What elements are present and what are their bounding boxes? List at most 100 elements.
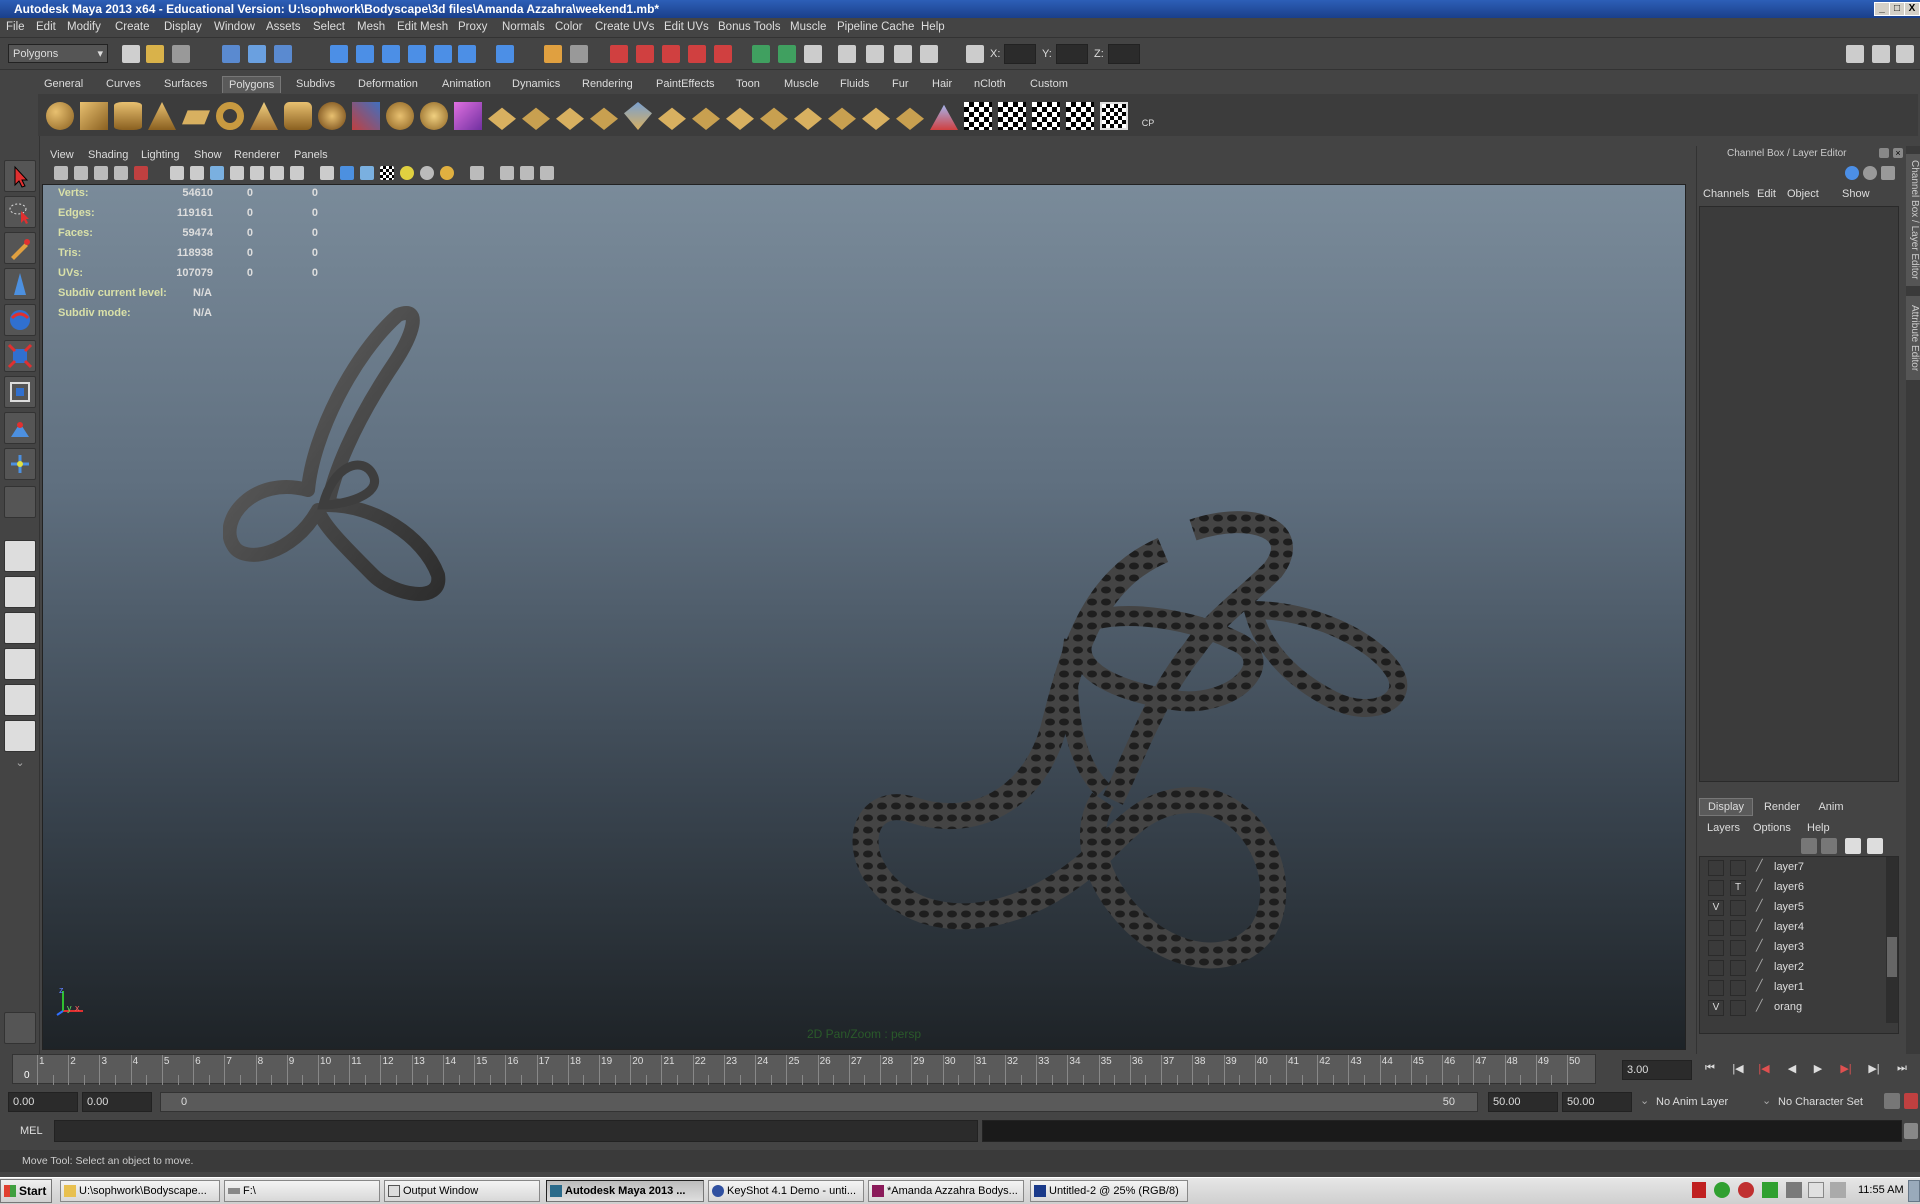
menu-select[interactable]: Select <box>313 21 345 33</box>
layer-visibility-toggle[interactable] <box>1708 940 1724 956</box>
shelf-tab-toon[interactable]: Toon <box>730 76 766 93</box>
shelf-tab-dynamics[interactable]: Dynamics <box>506 76 566 93</box>
separate-icon[interactable] <box>386 102 414 130</box>
render-frame-icon[interactable] <box>610 45 628 63</box>
go-to-start-icon[interactable]: ⏮ <box>1702 1062 1718 1076</box>
chevron-down-icon[interactable]: ⌄ <box>1762 1094 1771 1107</box>
layer-tab-display[interactable]: Display <box>1699 798 1753 816</box>
minimize-button[interactable]: _ <box>1874 2 1890 16</box>
move-tool-icon[interactable] <box>4 268 36 300</box>
layer-color-icon[interactable]: ╱ <box>1756 979 1763 992</box>
shelf-tab-fur[interactable]: Fur <box>886 76 915 93</box>
layer-visibility-toggle[interactable] <box>1708 960 1724 976</box>
volume-tray-icon[interactable] <box>1830 1182 1846 1198</box>
layer-color-icon[interactable]: ╱ <box>1756 999 1763 1012</box>
render-settings-icon[interactable] <box>662 45 680 63</box>
layer-visibility-toggle[interactable] <box>1708 860 1724 876</box>
snap-surface-icon[interactable] <box>434 45 452 63</box>
side-tab-attribute-editor[interactable]: Attribute Editor <box>1906 296 1920 380</box>
snap-curve-icon[interactable] <box>356 45 374 63</box>
shelf-tab-hair[interactable]: Hair <box>926 76 958 93</box>
camera-attributes-icon[interactable] <box>74 166 88 180</box>
last-tool-icon[interactable] <box>4 486 36 518</box>
four-view-layout-icon[interactable] <box>4 576 36 608</box>
menu-edit[interactable]: Edit <box>36 21 56 33</box>
voronoi-sculpture-mesh[interactable] <box>833 500 1453 980</box>
more-layouts-icon[interactable]: ⌄ <box>4 756 36 772</box>
layer-name[interactable]: layer6 <box>1774 881 1804 893</box>
layer-color-icon[interactable]: ╱ <box>1756 959 1763 972</box>
attribute-toggle-icon[interactable] <box>804 45 822 63</box>
time-slider-track[interactable]: 1 2 3 4 5 6 7 8 9 10 11 12 13 14 15 16 17 18 19 20 21 22 23 24 2… <box>12 1054 1596 1085</box>
panel-menu-shading[interactable]: Shading <box>88 149 128 161</box>
shelf-tab-curves[interactable]: Curves <box>100 76 147 93</box>
menu-display[interactable]: Display <box>164 21 202 33</box>
shelf-tab-ncloth[interactable]: nCloth <box>968 76 1012 93</box>
help-query-icon[interactable] <box>496 45 514 63</box>
mel-label[interactable]: MEL <box>20 1125 43 1137</box>
shelf-tab-custom[interactable]: Custom <box>1024 76 1074 93</box>
xray-components-icon[interactable] <box>540 166 554 180</box>
script-editor-icon[interactable] <box>1904 1123 1918 1139</box>
bevel-icon[interactable] <box>692 107 720 130</box>
menu-create[interactable]: Create <box>115 21 150 33</box>
menu-assets[interactable]: Assets <box>266 21 301 33</box>
combine-icon[interactable] <box>352 102 380 130</box>
snap-grid-icon[interactable] <box>330 45 348 63</box>
poly-pyramid-icon[interactable] <box>250 102 278 130</box>
quick-layout-icon[interactable] <box>4 1012 36 1044</box>
attribute-editor-toggle-icon[interactable] <box>1846 45 1864 63</box>
rotate-tool-icon[interactable] <box>4 304 36 336</box>
shelf-tab-fluids[interactable]: Fluids <box>834 76 875 93</box>
display-settings-icon[interactable] <box>752 45 770 63</box>
channel-box-toggle-icon[interactable] <box>1896 45 1914 63</box>
menu-bonus-tools[interactable]: Bonus Tools <box>718 21 780 33</box>
resolution-gate-icon[interactable] <box>210 166 224 180</box>
layer-row[interactable]: ╱ layer4 <box>1708 919 1888 937</box>
shelf-tab-deformation[interactable]: Deformation <box>352 76 424 93</box>
anim-layer-select[interactable]: No Anim Layer <box>1656 1096 1728 1108</box>
channel-box-icon-3[interactable] <box>1881 166 1895 180</box>
soft-modification-icon[interactable] <box>4 412 36 444</box>
layer-name[interactable]: layer4 <box>1774 921 1804 933</box>
menu-mesh[interactable]: Mesh <box>357 21 385 33</box>
layer-type-toggle[interactable]: T <box>1730 880 1746 896</box>
layer-type-toggle[interactable] <box>1730 1000 1746 1016</box>
xray-icon[interactable] <box>500 166 514 180</box>
move-layer-down-icon[interactable] <box>1821 838 1837 854</box>
panel-menu-view[interactable]: View <box>50 149 74 161</box>
hypershade-persp-layout-icon[interactable] <box>4 684 36 716</box>
animation-preferences-icon[interactable] <box>1904 1093 1918 1109</box>
layer-tab-render[interactable]: Render <box>1755 798 1809 816</box>
gate-mask-icon[interactable] <box>230 166 244 180</box>
step-forward-frame-icon[interactable]: ▶| <box>1866 1062 1882 1076</box>
network-tray-icon[interactable] <box>1714 1182 1730 1198</box>
single-perspective-layout-icon[interactable] <box>4 540 36 572</box>
auto-key-icon[interactable] <box>1884 1093 1900 1109</box>
menu-modify[interactable]: Modify <box>67 21 101 33</box>
move-layer-up-icon[interactable] <box>1801 838 1817 854</box>
layer-row[interactable]: ╱ layer2 <box>1708 959 1888 977</box>
layer-name[interactable]: layer7 <box>1774 861 1804 873</box>
close-button[interactable]: X <box>1904 2 1920 16</box>
layer-name[interactable]: layer3 <box>1774 941 1804 953</box>
channel-box-area[interactable] <box>1699 206 1899 782</box>
construction-history-icon[interactable] <box>544 45 562 63</box>
show-desktop-button[interactable] <box>1908 1180 1920 1202</box>
menu-file[interactable]: File <box>6 21 25 33</box>
ipr-render-icon[interactable] <box>636 45 654 63</box>
layer-type-toggle[interactable] <box>1730 940 1746 956</box>
sculpt-geometry-icon[interactable] <box>930 104 958 130</box>
fill-hole-icon[interactable] <box>828 107 856 130</box>
poly-pipe-icon[interactable] <box>284 102 312 130</box>
step-back-key-icon[interactable]: |◀ <box>1756 1062 1772 1076</box>
collapse-icon[interactable] <box>760 107 788 130</box>
security-tray-icon[interactable] <box>1738 1182 1754 1198</box>
offset-edge-loop-icon[interactable] <box>658 107 686 130</box>
menu-window[interactable]: Window <box>214 21 255 33</box>
split-polygon-icon[interactable] <box>590 107 618 130</box>
uv-texture-editor-icon[interactable] <box>1100 102 1128 130</box>
layer-list-scroll-thumb[interactable] <box>1887 937 1897 977</box>
persp-graph-hypergraph-layout-icon[interactable] <box>4 720 36 752</box>
poke-face-icon[interactable] <box>862 107 890 130</box>
